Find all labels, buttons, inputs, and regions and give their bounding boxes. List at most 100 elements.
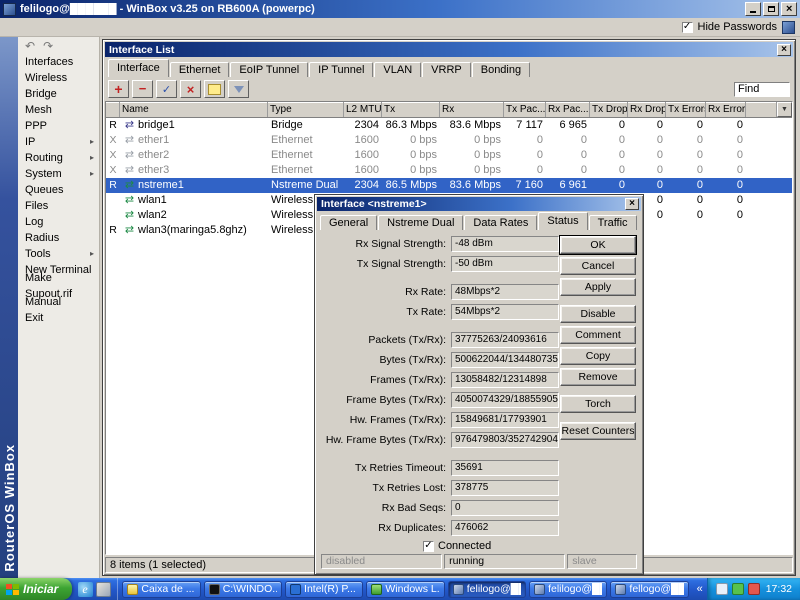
- tab[interactable]: Data Rates: [464, 215, 537, 230]
- close-icon: [786, 3, 792, 15]
- column-header[interactable]: Rx: [440, 102, 504, 117]
- toolbar-button-icon[interactable]: [204, 80, 225, 98]
- internet-explorer-icon[interactable]: [78, 582, 93, 597]
- column-header[interactable]: Tx Pac...: [504, 102, 546, 117]
- dialog-titlebar[interactable]: Interface <nstreme1>: [317, 197, 641, 211]
- interface-row[interactable]: R bridge1 Bridge 2304 86.3 Mbps 83.6 Mbp…: [106, 118, 792, 133]
- dialog-button[interactable]: Torch: [560, 395, 636, 413]
- app-titlebar[interactable]: felilogo@██████ - WinBox v3.25 on RB600A…: [0, 0, 800, 18]
- column-header[interactable]: Tx: [382, 102, 440, 117]
- sidebar-item[interactable]: Radius: [18, 230, 99, 246]
- taskbar-tasks: Caixa de ... C:\WINDO... Intel(R) P... W…: [118, 578, 692, 600]
- dialog-button[interactable]: Comment: [560, 326, 636, 344]
- interface-row[interactable]: R nstreme1 Nstreme Dual 2304 86.5 Mbps 8…: [106, 178, 792, 193]
- tab[interactable]: Ethernet: [170, 62, 230, 77]
- maximize-button[interactable]: [763, 2, 779, 16]
- row-tx: 86.5 Mbps: [382, 178, 440, 193]
- column-header[interactable]: Tx Drops: [590, 102, 628, 117]
- close-button[interactable]: [781, 2, 797, 16]
- sidebar-item[interactable]: Routing: [18, 150, 99, 166]
- dialog-button[interactable]: Cancel: [560, 257, 636, 275]
- sidebar-item[interactable]: Exit: [18, 310, 99, 326]
- column-chooser-button[interactable]: [777, 102, 792, 117]
- sidebar-item[interactable]: Tools: [18, 246, 99, 262]
- tab[interactable]: Bonding: [472, 62, 530, 77]
- column-header[interactable]: Rx Errors: [706, 102, 746, 117]
- dialog-button[interactable]: Copy: [560, 347, 636, 365]
- find-input[interactable]: Find: [734, 82, 790, 97]
- interface-row[interactable]: X ether1 Ethernet 1600 0 bps 0 bps 0 0 0…: [106, 133, 792, 148]
- row-rx: 83.6 Mbps: [440, 178, 504, 193]
- interface-list-titlebar[interactable]: Interface List: [105, 42, 793, 57]
- show-desktop-icon[interactable]: [96, 582, 111, 597]
- dialog-statusbar: disabled running slave: [321, 554, 637, 569]
- dialog-button[interactable]: Remove: [560, 368, 636, 386]
- toolbar-button-icon[interactable]: [108, 80, 129, 98]
- redo-icon[interactable]: [43, 39, 53, 54]
- column-header[interactable]: [106, 102, 120, 117]
- sidebar-item[interactable]: IP: [18, 134, 99, 150]
- tab[interactable]: IP Tunnel: [309, 62, 373, 77]
- tab[interactable]: VRRP: [422, 62, 471, 77]
- toolbar-button-icon[interactable]: [156, 80, 177, 98]
- tab[interactable]: Interface: [108, 59, 169, 77]
- sidebar-item[interactable]: System: [18, 166, 99, 182]
- tab[interactable]: VLAN: [374, 62, 421, 77]
- minimize-button[interactable]: [745, 2, 761, 16]
- toolbar-button-icon[interactable]: [180, 80, 201, 98]
- taskbar-task-button[interactable]: fellogo@██: [610, 581, 688, 598]
- column-header[interactable]: Name: [120, 102, 268, 117]
- taskbar-task-button[interactable]: felilogo@██: [448, 581, 526, 598]
- system-tray: 17:32: [707, 578, 800, 600]
- toolbar-button-icon[interactable]: [228, 80, 249, 98]
- dialog-close-button[interactable]: [625, 198, 639, 210]
- taskbar-task-button[interactable]: Intel(R) P...: [285, 581, 363, 598]
- dialog-button[interactable]: Apply: [560, 278, 636, 296]
- tab[interactable]: EoIP Tunnel: [230, 62, 308, 77]
- tab[interactable]: General: [320, 215, 377, 230]
- tray-shield-icon[interactable]: [732, 583, 744, 595]
- taskbar-task-button[interactable]: felilogo@██: [529, 581, 607, 598]
- sidebar-item[interactable]: Files: [18, 198, 99, 214]
- hide-passwords-checkbox[interactable]: [682, 22, 693, 33]
- sidebar-item[interactable]: PPP: [18, 118, 99, 134]
- sidebar-item[interactable]: Wireless: [18, 70, 99, 86]
- dialog-button[interactable]: Reset Counters: [560, 422, 636, 440]
- column-headers: Name Type L2 MTU Tx Rx Tx Pac...: [106, 102, 746, 117]
- interface-list-close-button[interactable]: [777, 44, 791, 56]
- sidebar-item[interactable]: Queues: [18, 182, 99, 198]
- sidebar-item[interactable]: Mesh: [18, 102, 99, 118]
- tab[interactable]: Status: [538, 212, 587, 230]
- column-header[interactable]: Rx Pac...: [546, 102, 590, 117]
- row-tx-packets: 7 160: [504, 178, 546, 193]
- tray-status-icon[interactable]: [748, 583, 760, 595]
- tab[interactable]: Nstreme Dual: [378, 215, 463, 230]
- sidebar-item[interactable]: Bridge: [18, 86, 99, 102]
- tray-expand-button[interactable]: [693, 578, 707, 600]
- interface-row[interactable]: X ether3 Ethernet 1600 0 bps 0 bps 0 0 0…: [106, 163, 792, 178]
- tab[interactable]: Traffic: [589, 215, 637, 230]
- taskbar-task-button[interactable]: C:\WINDO...: [204, 581, 282, 598]
- column-header[interactable]: Rx Drops: [628, 102, 666, 117]
- taskbar-task-button[interactable]: Windows L...: [366, 581, 444, 598]
- task-icon: [371, 584, 382, 595]
- column-header[interactable]: L2 MTU: [344, 102, 382, 117]
- row-rx-errors: 0: [706, 118, 746, 133]
- start-button[interactable]: Iniciar: [0, 578, 72, 600]
- interface-icon: [123, 118, 136, 133]
- dialog-button[interactable]: OK: [560, 236, 636, 254]
- dialog-button[interactable]: Disable: [560, 305, 636, 323]
- column-header[interactable]: Type: [268, 102, 344, 117]
- sidebar-item[interactable]: Make Supout.rif: [18, 278, 99, 294]
- toolbar-button-icon[interactable]: [132, 80, 153, 98]
- windows-flag-icon: [6, 584, 19, 595]
- connected-checkbox[interactable]: [423, 541, 434, 552]
- interface-row[interactable]: X ether2 Ethernet 1600 0 bps 0 bps 0 0 0…: [106, 148, 792, 163]
- sidebar-item[interactable]: Interfaces: [18, 54, 99, 70]
- status-field-row: Rx Bad Seqs: 0: [323, 500, 637, 516]
- taskbar-task-button[interactable]: Caixa de ...: [122, 581, 200, 598]
- undo-icon[interactable]: [25, 39, 35, 54]
- sidebar-item[interactable]: Log: [18, 214, 99, 230]
- tray-network-icon[interactable]: [716, 583, 728, 595]
- column-header[interactable]: Tx Errors: [666, 102, 706, 117]
